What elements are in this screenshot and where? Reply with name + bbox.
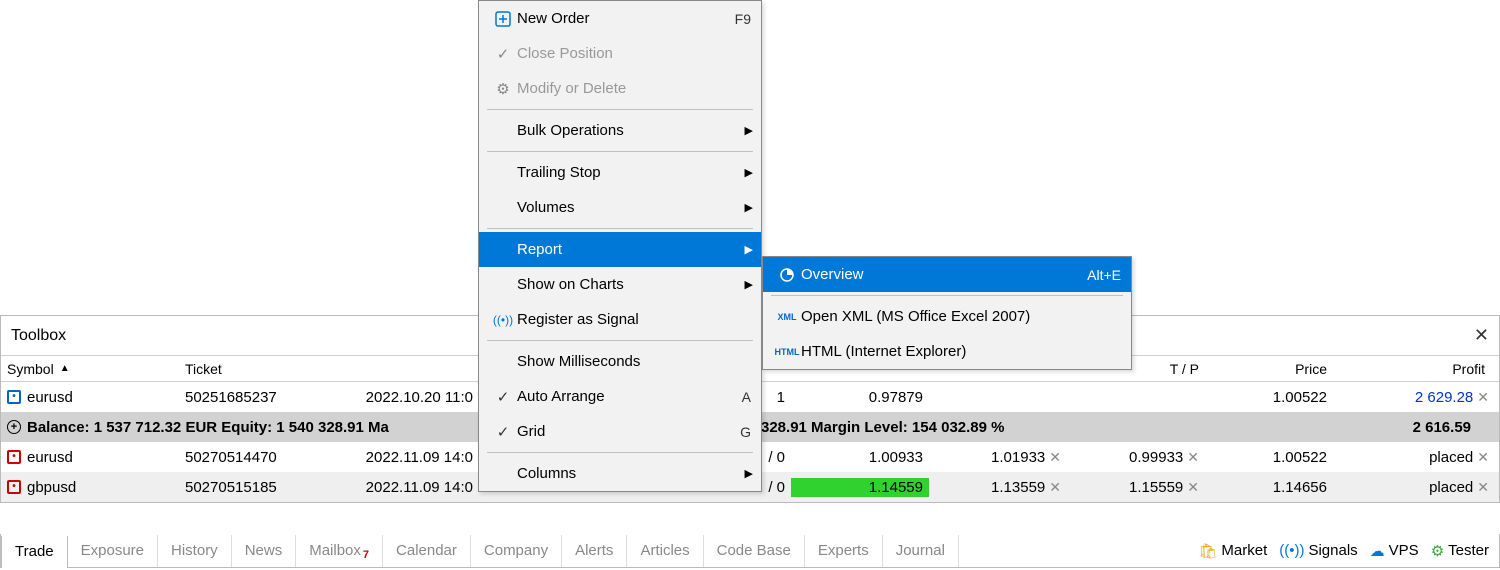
submenu-arrow-icon: ▶ [745,166,753,179]
col-price2[interactable]: Price [1205,356,1333,381]
menu-separator [487,151,753,152]
submenu-arrow-icon: ▶ [745,467,753,480]
expand-icon[interactable]: + [7,420,21,434]
col-symbol[interactable]: Symbol▲ [1,356,179,381]
submenu-arrow-icon: ▶ [745,278,753,291]
tab-calendar[interactable]: Calendar [383,535,471,567]
signals-link[interactable]: ((•))Signals [1279,542,1357,559]
menu-modify-delete: ⚙ Modify or Delete [479,71,761,106]
menu-auto-arrange[interactable]: ✓ Auto Arrange A [479,379,761,414]
chart-icon [773,267,801,283]
order-icon: • [7,450,21,464]
tab-exposure[interactable]: Exposure [68,535,158,567]
tab-mailbox[interactable]: Mailbox7 [296,535,383,567]
close-icon[interactable]: ✕ [1477,449,1489,465]
market-link[interactable]: 🛍Market [1198,542,1267,560]
order-icon: • [7,390,21,404]
menu-separator [487,228,753,229]
xml-icon: XML [773,312,801,322]
close-icon[interactable]: ✕ [1474,325,1489,346]
clear-tp-icon[interactable]: ✕ [1187,449,1199,465]
menu-separator [487,109,753,110]
signal-icon: ((•)) [489,313,517,327]
submenu-arrow-icon: ▶ [745,201,753,214]
tab-history[interactable]: History [158,535,232,567]
signal-icon: ((•)) [1279,542,1304,559]
menu-register-signal[interactable]: ((•)) Register as Signal [479,302,761,337]
menu-separator [487,452,753,453]
close-icon[interactable]: ✕ [1477,479,1489,495]
check-icon: ✓ [489,45,517,63]
submenu-arrow-icon: ▶ [745,124,753,137]
sort-asc-icon: ▲ [60,363,70,374]
col-time[interactable] [339,356,479,381]
tab-codebase[interactable]: Code Base [704,535,805,567]
plus-box-icon [489,11,517,27]
check-icon: ✓ [489,388,517,406]
menu-show-on-charts[interactable]: Show on Charts ▶ [479,267,761,302]
gear-icon: ⚙ [489,80,517,98]
menu-close-position: ✓ Close Position [479,36,761,71]
gear-icon: ⚙ [1431,542,1444,560]
statusbar: 🛍Market ((•))Signals ☁VPS ⚙Tester [1198,542,1499,560]
clear-sl-icon[interactable]: ✕ [1049,449,1061,465]
context-menu: New Order F9 ✓ Close Position ⚙ Modify o… [478,0,762,492]
clear-sl-icon[interactable]: ✕ [1049,479,1061,495]
menu-columns[interactable]: Columns ▶ [479,456,761,491]
check-icon: ✓ [489,423,517,441]
menu-show-ms[interactable]: Show Milliseconds [479,344,761,379]
toolbox-title: Toolbox [11,327,66,345]
tab-company[interactable]: Company [471,535,562,567]
bag-icon: 🛍 [1198,542,1217,560]
vps-link[interactable]: ☁VPS [1370,542,1419,560]
menu-grid[interactable]: ✓ Grid G [479,414,761,449]
menu-new-order[interactable]: New Order F9 [479,1,761,36]
clear-tp-icon[interactable]: ✕ [1187,479,1199,495]
menu-volumes[interactable]: Volumes ▶ [479,190,761,225]
tab-alerts[interactable]: Alerts [562,535,627,567]
mailbox-badge: 7 [363,549,369,561]
tabs-bar: Trade Exposure History News Mailbox7 Cal… [0,534,1500,568]
menu-bulk-operations[interactable]: Bulk Operations ▶ [479,113,761,148]
col-profit[interactable]: Profit [1333,356,1497,381]
col-ticket[interactable]: Ticket [179,356,339,381]
tab-articles[interactable]: Articles [627,535,703,567]
menu-trailing-stop[interactable]: Trailing Stop ▶ [479,155,761,190]
tab-experts[interactable]: Experts [805,535,883,567]
menu-report[interactable]: Report ▶ [479,232,761,267]
submenu-overview[interactable]: Overview Alt+E [763,257,1131,292]
html-icon: HTML [773,347,801,357]
report-submenu: Overview Alt+E XML Open XML (MS Office E… [762,256,1132,370]
submenu-html[interactable]: HTML HTML (Internet Explorer) [763,334,1131,369]
menu-separator [487,340,753,341]
tab-trade[interactable]: Trade [1,536,68,568]
cloud-icon: ☁ [1370,542,1385,560]
menu-separator [771,295,1123,296]
tester-link[interactable]: ⚙Tester [1431,542,1489,560]
order-icon: • [7,480,21,494]
close-icon[interactable]: ✕ [1477,389,1489,405]
submenu-xml[interactable]: XML Open XML (MS Office Excel 2007) [763,299,1131,334]
tab-journal[interactable]: Journal [883,535,959,567]
tab-news[interactable]: News [232,535,297,567]
submenu-arrow-icon: ▶ [745,243,753,256]
